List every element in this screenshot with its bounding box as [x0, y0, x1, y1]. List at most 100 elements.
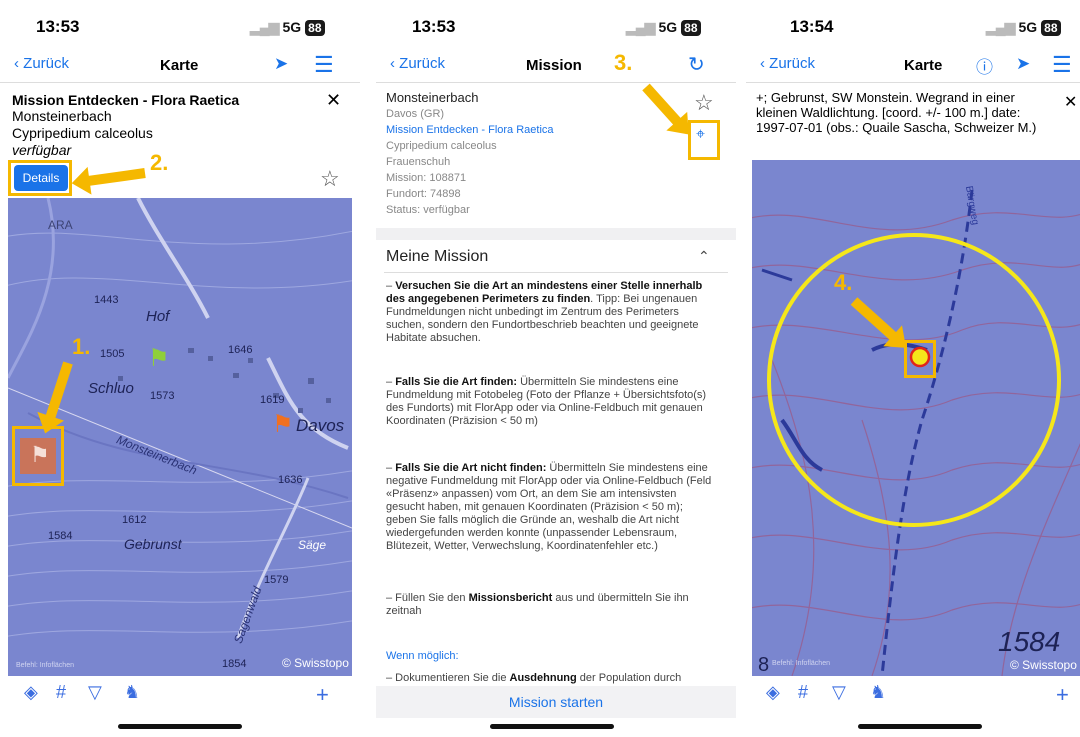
status-bar: 13:53 ▂▄▆ 5G 88 — [376, 0, 736, 40]
battery-indicator: 88 — [681, 20, 701, 36]
map-label-altitude: 1612 — [122, 514, 147, 526]
home-indicator — [490, 724, 614, 729]
screen-map-2: 13:54 ▂▄▆ 5G 88 ‹ Zurück Karte ⓘ ➤ ☰ +; Ge… — [746, 0, 1080, 737]
status-text: Status: verfügbar — [386, 204, 470, 216]
map-label-altitude: 1646 — [228, 344, 253, 356]
nav-bar: ‹ Zurück Karte ➤ ☰ — [0, 50, 360, 80]
map-label-saege: Säge — [298, 538, 327, 552]
arrow-3 — [642, 83, 684, 128]
location-arrow-icon[interactable]: ➤ — [1016, 54, 1030, 74]
location-arrow-icon[interactable]: ➤ — [274, 54, 288, 74]
map-label-number: 8 — [758, 654, 770, 676]
arrow-2 — [84, 168, 146, 187]
highlight-box-2 — [8, 160, 72, 196]
battery-indicator: 88 — [1041, 20, 1061, 36]
refresh-icon[interactable]: ↻ — [688, 52, 705, 77]
map-toolbar: ◈ # ▽ ♞ + — [746, 682, 1080, 718]
map-info-label: Befehl: Infoflächen — [772, 660, 830, 667]
step-label-1: 1. — [72, 334, 91, 359]
filter-icon[interactable]: ▽ — [832, 682, 846, 703]
chevron-up-icon[interactable]: ⌃ — [698, 248, 710, 265]
mission-paragraph-2: – Falls Sie die Art finden: Übermitteln … — [386, 376, 707, 427]
filter-icon[interactable]: ▽ — [88, 682, 102, 703]
nav-bar: ‹ Zurück Karte ⓘ ➤ ☰ — [746, 50, 1080, 80]
status-time: 13:53 — [412, 17, 456, 36]
mission-paragraph-4: – Füllen Sie den Missionsbericht aus und… — [386, 592, 689, 617]
info-icon[interactable]: ⓘ — [976, 53, 993, 78]
favorite-star-icon[interactable]: ☆ — [694, 90, 714, 116]
mission-paragraph-5: – Dokumentieren Sie die Ausdehnung der P… — [386, 672, 682, 684]
place-name: Monsteinerbach — [386, 90, 479, 105]
step-label-3: 3. — [614, 50, 633, 75]
page-title: Karte — [904, 57, 943, 74]
map-label-altitude: 1619 — [260, 394, 285, 406]
perimeter-circle — [767, 233, 1061, 527]
screen-mission: 13:53 ▂▄▆ 5G 88 ‹ Zurück Mission ↻ 3. Mons… — [376, 0, 736, 737]
page-title: Mission — [526, 57, 582, 74]
mission-paragraph-3: – Falls Sie die Art nicht finden: Übermi… — [386, 462, 712, 552]
status-bar: 13:54 ▂▄▆ 5G 88 — [746, 0, 1080, 40]
home-indicator — [118, 724, 242, 729]
step-label-2: 2. — [150, 150, 169, 175]
mission-title: Mission Entdecken - Flora Raetica — [12, 92, 240, 108]
nav-bar: ‹ Zurück Mission ↻ — [376, 50, 736, 80]
menu-icon[interactable]: ☰ — [1052, 52, 1072, 78]
back-button[interactable]: ‹ Zurück — [390, 55, 445, 72]
location-description: +; Gebrunst, SW Monstein. Wegrand in ein… — [756, 90, 1037, 135]
map-label-davos: Davos — [296, 416, 345, 435]
map-label-altitude: 1579 — [264, 574, 289, 586]
close-icon[interactable]: ✕ — [1064, 92, 1077, 112]
map-label-altitude: 1584 — [48, 530, 73, 542]
grid-icon[interactable]: # — [56, 682, 66, 703]
region-text: Davos (GR) — [386, 108, 445, 120]
start-mission-button[interactable]: Mission starten — [376, 686, 736, 718]
battery-indicator: 88 — [305, 20, 325, 36]
wenn-moeglich-label: Wenn möglich: — [386, 650, 459, 662]
status-bar: 13:53 ▂▄▆ 5G 88 — [0, 0, 360, 40]
fundort-id: Fundort: 74898 — [386, 188, 461, 200]
flag-marker-orange-icon[interactable]: ⚑ — [272, 410, 294, 439]
map-label-ara: ARA — [48, 218, 73, 232]
status-time: 13:53 — [36, 17, 80, 36]
map-label-altitude: 1573 — [150, 390, 175, 402]
close-icon[interactable]: ✕ — [326, 90, 341, 111]
place-name: Monsteinerbach — [12, 108, 112, 124]
mission-link[interactable]: Mission Entdecken - Flora Raetica — [386, 123, 554, 139]
topo-map[interactable]: Bärgweg 1584 8 Befehl: Infoflächen © Swi… — [752, 160, 1080, 676]
status-time: 13:54 — [790, 17, 834, 36]
back-button[interactable]: ‹ Zurück — [760, 55, 815, 72]
grid-icon[interactable]: # — [798, 682, 808, 703]
layers-icon[interactable]: ◈ — [766, 682, 780, 703]
section-title: Meine Mission — [386, 248, 489, 265]
highlight-box-4 — [904, 340, 936, 378]
mission-paragraph-1: – Versuchen Sie die Art an mindestens ei… — [386, 280, 703, 344]
map-label-altitude: 1854 — [222, 658, 247, 670]
map-label-altitude: 1505 — [100, 348, 125, 360]
favorite-star-icon[interactable]: ☆ — [320, 166, 340, 192]
common-name: Frauenschuh — [386, 156, 451, 168]
mission-id: Mission: 108871 — [386, 172, 467, 184]
hiker-icon[interactable]: ♞ — [870, 682, 886, 703]
layers-icon[interactable]: ◈ — [24, 682, 38, 703]
add-icon[interactable]: + — [316, 682, 329, 708]
page-title: Karte — [160, 57, 199, 74]
signal-indicator: ▂▄▆ 5G 88 — [626, 19, 701, 36]
step-label-4: 4. — [834, 270, 853, 295]
species-name: Cypripedium calceolus — [12, 125, 153, 141]
map-copyright: © Swisstopo — [1010, 658, 1077, 672]
flag-marker-green-icon[interactable]: ⚑ — [148, 344, 170, 373]
map-copyright: © Swisstopo — [282, 656, 349, 670]
screen-map-1: 13:53 ▂▄▆ 5G 88 ‹ Zurück Karte ➤ ☰ Mission… — [0, 0, 360, 737]
signal-indicator: ▂▄▆ 5G 88 — [250, 19, 325, 36]
menu-icon[interactable]: ☰ — [314, 52, 334, 78]
back-button[interactable]: ‹ Zurück — [14, 55, 69, 72]
map-toolbar: ◈ # ▽ ♞ + — [0, 682, 360, 718]
hiker-icon[interactable]: ♞ — [124, 682, 140, 703]
home-indicator — [858, 724, 982, 729]
map-contours — [752, 189, 1080, 676]
map-label-altitude: 1584 — [998, 626, 1061, 657]
add-icon[interactable]: + — [1056, 682, 1069, 708]
species-name: Cypripedium calceolus — [386, 140, 497, 152]
map-label-gebrunst: Gebrunst — [124, 536, 182, 552]
map-info-label: Befehl: Infoflächen — [16, 662, 74, 669]
